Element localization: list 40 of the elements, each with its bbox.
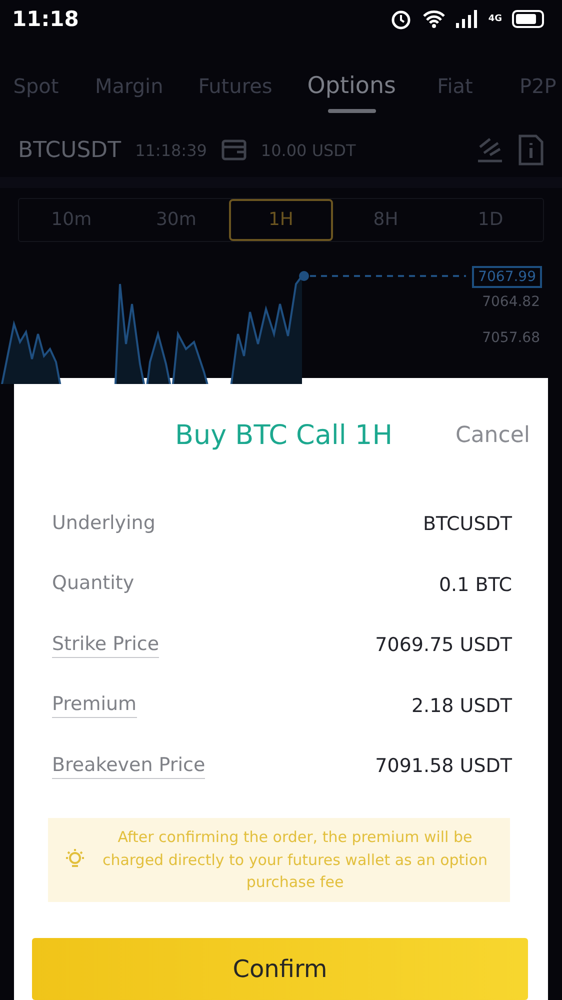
confirm-button[interactable]: Confirm [32,938,528,1000]
transfer-icon[interactable] [476,135,504,166]
signal-icon [456,10,478,28]
field-label[interactable]: Strike Price [52,632,160,658]
market-tab[interactable]: Futures [198,50,272,112]
field-value: BTCUSDT [423,513,512,536]
interval-tab[interactable]: 30m [124,199,229,241]
symbol-label: BTCUSDT [18,138,122,163]
ticker-time: 11:18:39 [135,140,207,160]
market-tab[interactable]: P2P [514,50,562,112]
price-axis-label: 7064.82 [482,294,540,310]
network-label: 4G [488,14,502,24]
balance-label: 10.00 USDT [260,140,356,160]
battery-icon [512,10,546,28]
field-value: 7091.58 USDT [375,755,512,778]
field-value: 2.18 USDT [411,694,512,717]
field-value: 0.1 BTC [438,574,512,596]
info-document-icon[interactable] [518,134,544,166]
interval-tab[interactable]: 10m [19,199,124,241]
interval-tab[interactable]: 1H [228,199,334,241]
wallet-icon [220,139,247,162]
notice-text: After confirming the order, the premium will be charged directly to your futures wallet as an option purchase fee [101,827,489,894]
status-time: 11:18 [12,7,79,32]
field-label: Quantity [52,572,134,596]
market-tab[interactable]: Margin [94,50,164,112]
alarm-icon [390,8,412,30]
interval-tab[interactable]: 1D [438,199,543,241]
field-label[interactable]: Breakeven Price [52,754,206,779]
current-price-tag: 7067.99 [472,266,542,288]
price-axis-label: 7057.68 [482,330,540,346]
field-label: Underlying [52,512,156,536]
market-tab[interactable]: Spot [12,50,60,112]
field-label[interactable]: Premium [52,693,137,718]
dialog-title: Buy BTC Call 1H [174,420,394,452]
interval-tab[interactable]: 8H [333,199,438,241]
field-value: 7069.75 USDT [375,634,512,656]
wifi-icon [422,9,446,30]
market-tab[interactable]: Options [307,49,396,114]
cancel-button[interactable]: Cancel [455,423,530,448]
market-tab[interactable]: Fiat [431,50,479,112]
